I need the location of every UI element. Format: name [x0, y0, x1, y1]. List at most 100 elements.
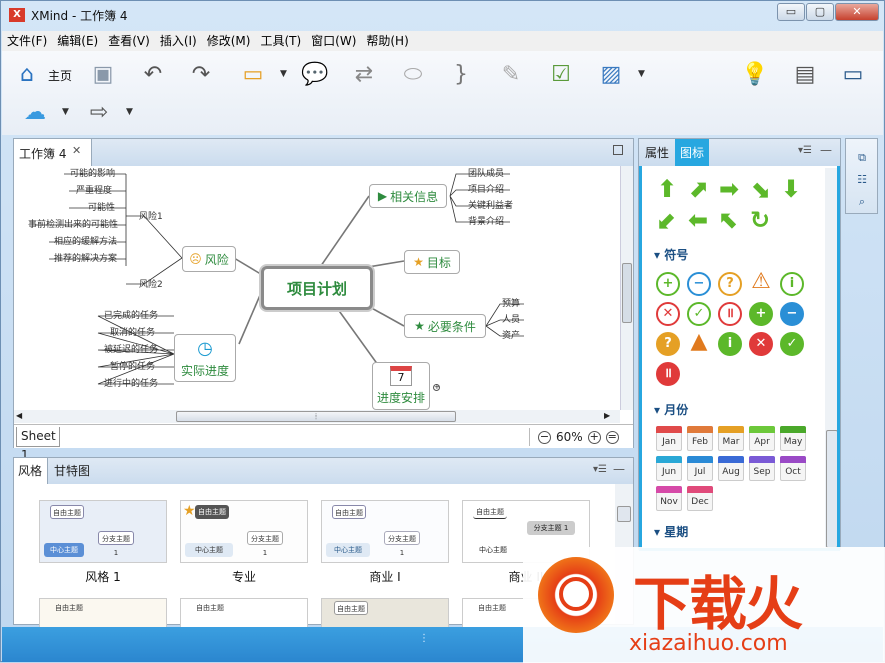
warning-filled-icon[interactable]: ▲	[687, 331, 711, 356]
zoom-in-icon[interactable]: +	[587, 430, 601, 444]
tab-properties[interactable]: 属性	[640, 139, 674, 166]
section-months[interactable]: ▾ 月份	[654, 401, 688, 418]
style-label-1[interactable]: 风格 1	[39, 568, 167, 585]
topic-related-info[interactable]: ▶ 相关信息	[369, 184, 447, 208]
req-item[interactable]: 预算	[502, 296, 520, 309]
style-label-2[interactable]: 专业	[180, 568, 308, 585]
topic-schedule[interactable]: 7 进度安排	[372, 362, 430, 410]
resize-grip-icon[interactable]: ⋮	[419, 633, 429, 644]
style-label-3[interactable]: 商业 I	[321, 568, 449, 585]
check-filled-icon[interactable]: ✓	[780, 332, 804, 356]
risk-item[interactable]: 可能的影响	[70, 166, 115, 179]
style-thumb-6[interactable]: 自由主题	[180, 598, 308, 628]
layout-icon[interactable]: ▭	[838, 59, 868, 89]
style-thumb-1[interactable]: 自由主题 中心主题 分支主题 1	[39, 500, 167, 563]
minimize-button[interactable]: ▭	[777, 3, 805, 21]
note-icon[interactable]: ✎	[496, 59, 526, 89]
boundary-icon[interactable]: ⬭	[398, 59, 428, 89]
month-dec-icon[interactable]: Dec	[687, 486, 713, 511]
tab-style[interactable]: 风格	[14, 458, 48, 484]
menu-window[interactable]: 窗口(W)	[306, 31, 361, 51]
central-topic[interactable]: 项目计划	[261, 266, 373, 310]
cross-filled-icon[interactable]: ✕	[749, 332, 773, 356]
month-mar-icon[interactable]: Mar	[718, 426, 744, 451]
close-button[interactable]: ✕	[835, 3, 879, 21]
cross-symbol-icon[interactable]: ✕	[656, 302, 680, 326]
req-item[interactable]: 资产	[502, 328, 520, 341]
month-may-icon[interactable]: May	[780, 426, 806, 451]
upload-dropdown-icon[interactable]: ▼	[62, 107, 69, 117]
icons-scrollbar[interactable]	[825, 168, 837, 548]
export-dropdown-icon[interactable]: ▼	[126, 107, 133, 117]
plus-filled-icon[interactable]: +	[749, 302, 773, 326]
scroll-left-icon[interactable]: ◀	[16, 411, 22, 420]
panel-minimize-icon[interactable]: —	[613, 462, 625, 476]
overview-search-icon[interactable]: ⌕	[855, 195, 869, 209]
topic-icon[interactable]: ▭	[238, 59, 268, 89]
risk-group-1[interactable]: 风险1	[139, 209, 163, 222]
month-jan-icon[interactable]: Jan	[656, 426, 682, 451]
image-dropdown-icon[interactable]: ▼	[638, 69, 645, 79]
progress-item[interactable]: 暂停的任务	[110, 359, 155, 372]
month-feb-icon[interactable]: Feb	[687, 426, 713, 451]
callout-icon[interactable]: 💬	[300, 59, 330, 89]
question-symbol-icon[interactable]: ?	[718, 272, 742, 296]
presentation-icon[interactable]: ▤	[790, 59, 820, 89]
topic-risk[interactable]: ☹ 风险	[182, 246, 236, 272]
menu-view[interactable]: 查看(V)	[103, 31, 155, 51]
summary-icon[interactable]: }	[446, 59, 476, 89]
home-icon[interactable]: ⌂	[12, 59, 42, 89]
icons-scroll-thumb[interactable]	[826, 430, 837, 548]
editor-vscroll-thumb[interactable]	[622, 263, 632, 323]
sheet-tab[interactable]: Sheet 1	[16, 427, 60, 462]
zoom-fit-icon[interactable]: =	[605, 430, 619, 444]
scroll-right-icon[interactable]: ▶	[604, 411, 610, 420]
plus-symbol-icon[interactable]: +	[656, 272, 680, 296]
panel-menu-icon[interactable]: ▾☰	[798, 145, 812, 156]
section-symbols[interactable]: ▾ 符号	[654, 246, 688, 263]
zoom-out-icon[interactable]: −	[538, 430, 551, 444]
month-sep-icon[interactable]: Sep	[749, 456, 775, 481]
menu-file[interactable]: 文件(F)	[2, 31, 52, 51]
menu-modify[interactable]: 修改(M)	[202, 31, 256, 51]
risk-item[interactable]: 可能性	[88, 200, 115, 213]
arrow-down-icon[interactable]: ⬇	[778, 176, 804, 202]
arrow-left-icon[interactable]: ⬅	[685, 207, 711, 233]
menu-help[interactable]: 帮助(H)	[361, 31, 413, 51]
upload-cloud-icon[interactable]: ☁	[20, 97, 50, 127]
month-aug-icon[interactable]: Aug	[718, 456, 744, 481]
save-icon[interactable]: ▣	[88, 59, 118, 89]
pause-filled-icon[interactable]: ॥	[656, 362, 680, 386]
styles-scroll-thumb[interactable]	[617, 506, 631, 522]
image-icon[interactable]: ▨	[596, 59, 626, 89]
warning-symbol-icon[interactable]: ⚠	[749, 271, 773, 296]
style-thumb-3[interactable]: 自由主题 中心主题 分支主题 1	[321, 500, 449, 563]
brainstorm-bulb-icon[interactable]: 💡	[740, 59, 770, 89]
section-weekdays[interactable]: ▾ 星期	[654, 523, 688, 540]
minus-filled-icon[interactable]: −	[780, 302, 804, 326]
editor-vertical-scrollbar[interactable]	[620, 166, 633, 410]
restore-icon[interactable]: ⧉	[855, 151, 869, 165]
topic-actual-progress[interactable]: ◷ 实际进度	[174, 334, 236, 382]
tab-close-icon[interactable]: ✕	[72, 144, 81, 157]
home-label[interactable]: 主页	[48, 67, 72, 84]
req-item[interactable]: 人员	[502, 312, 520, 325]
menu-insert[interactable]: 插入(I)	[155, 31, 202, 51]
month-jun-icon[interactable]: Jun	[656, 456, 682, 481]
menu-edit[interactable]: 编辑(E)	[52, 31, 103, 51]
month-jul-icon[interactable]: Jul	[687, 456, 713, 481]
outline-icon[interactable]: ☷	[855, 173, 869, 187]
arrow-right-icon[interactable]: ➡	[716, 176, 742, 202]
topic-goal[interactable]: ★ 目标	[404, 250, 460, 274]
info-item[interactable]: 关键利益者	[468, 198, 513, 211]
month-nov-icon[interactable]: Nov	[656, 486, 682, 511]
arrow-down-left-icon[interactable]: ⬋	[654, 207, 680, 233]
topic-requirements[interactable]: ★ 必要条件	[404, 314, 486, 338]
arrow-down-right-icon[interactable]: ⬊	[747, 176, 773, 202]
export-icon[interactable]: ⇨	[84, 97, 114, 127]
info-item[interactable]: 团队成员	[468, 166, 504, 179]
tab-workbook[interactable]: 工作簿 4 ✕	[14, 139, 92, 166]
arrow-up-icon[interactable]: ⬆	[654, 176, 680, 202]
style-thumb-5[interactable]: 自由主题	[39, 598, 167, 628]
progress-item[interactable]: 取消的任务	[110, 325, 155, 338]
